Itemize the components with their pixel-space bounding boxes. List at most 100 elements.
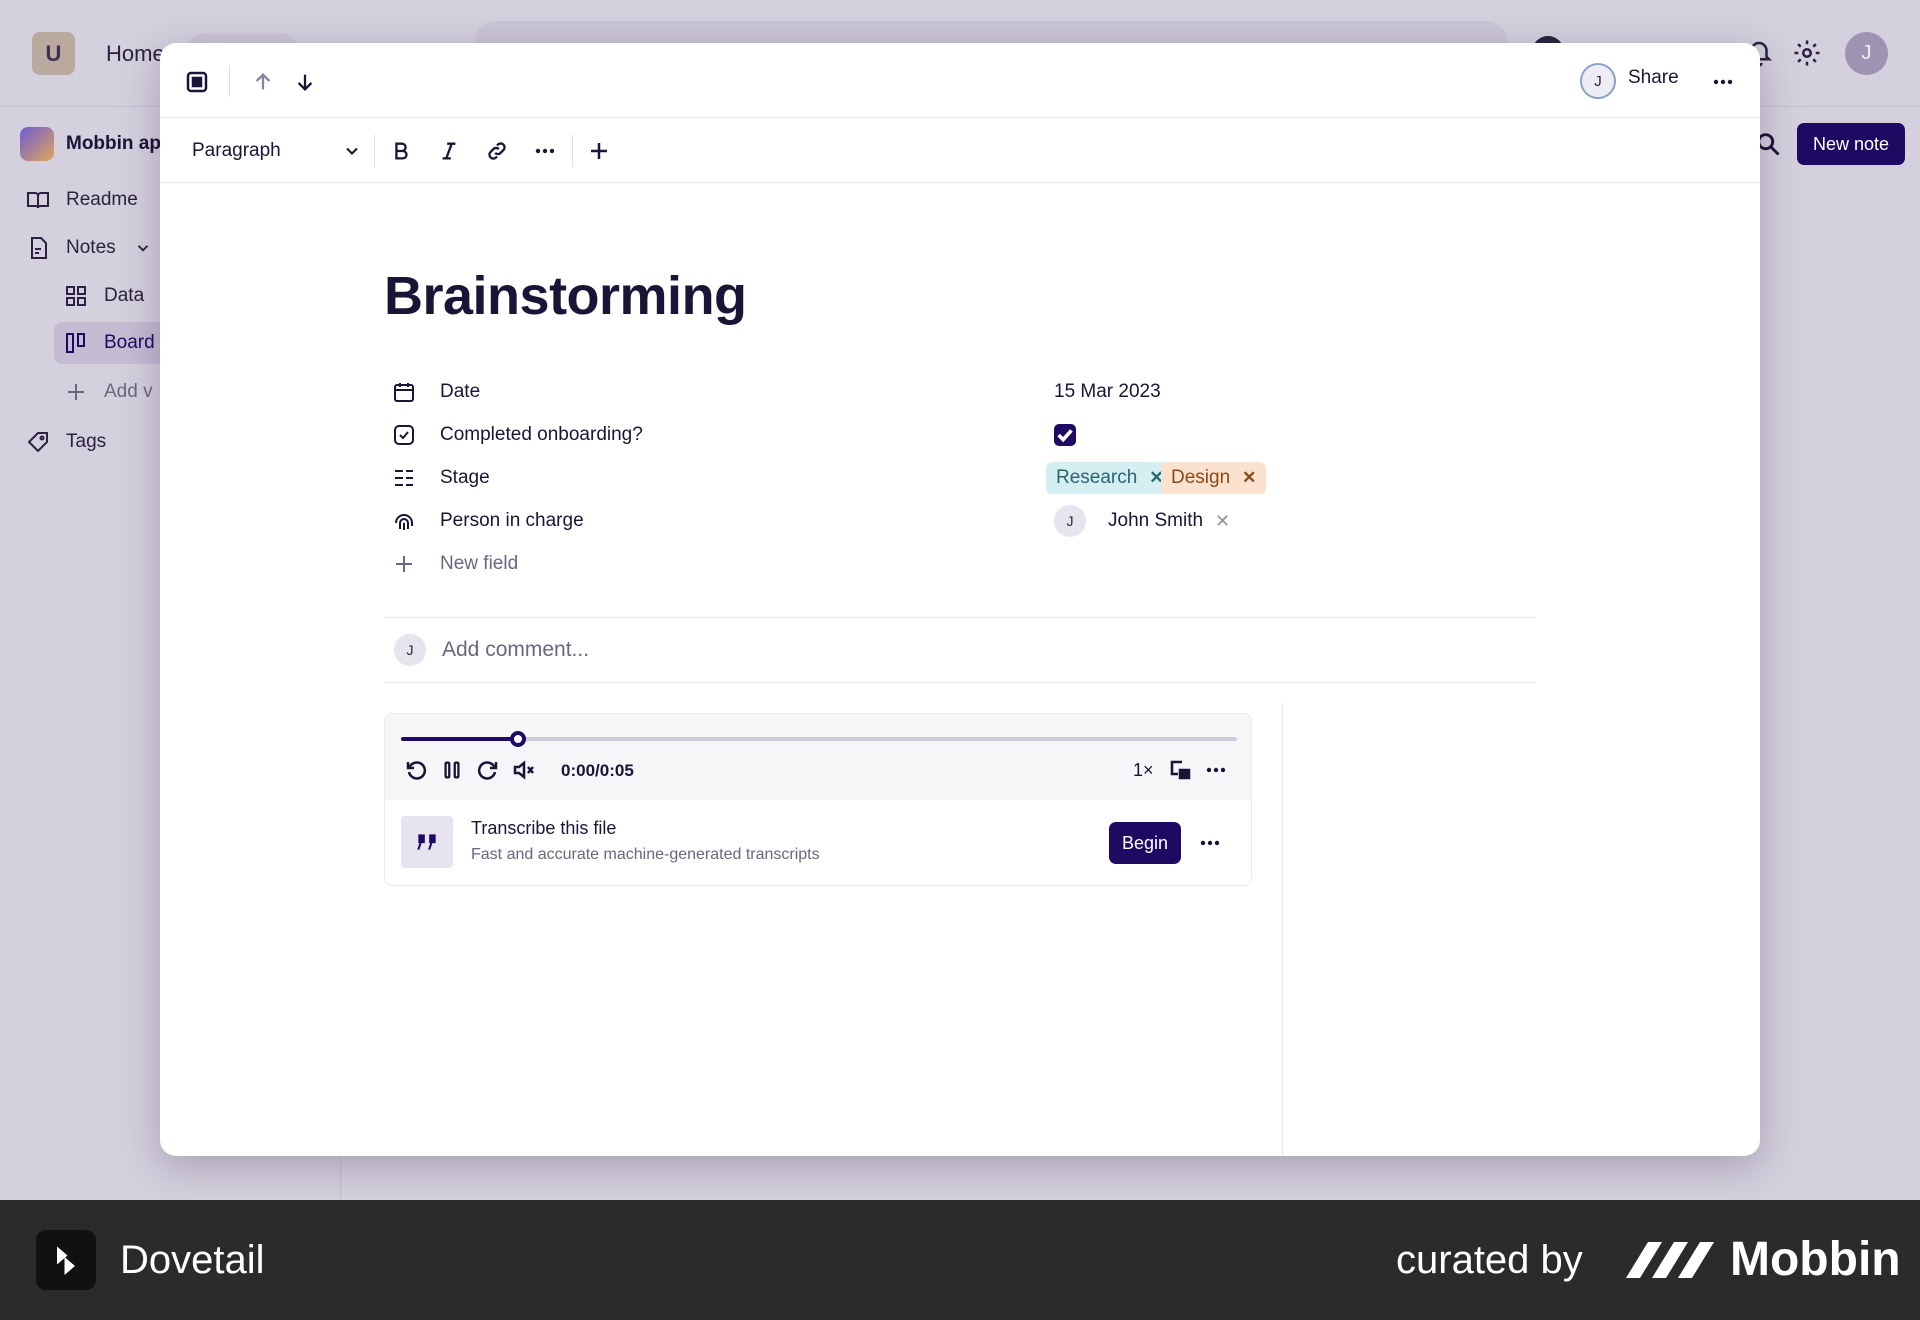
plus-icon — [591, 143, 607, 159]
remove-tag-icon[interactable]: ✕ — [1242, 468, 1256, 488]
sidebar-item-label: Add v — [104, 381, 153, 402]
mobbin-logo — [1626, 1242, 1714, 1278]
onboarding-checkbox[interactable] — [1054, 424, 1076, 446]
person-value: J John Smith ✕ — [1054, 505, 1230, 537]
book-icon — [27, 192, 49, 209]
sidebar-item-add-view[interactable]: Add v — [64, 380, 153, 404]
rewind-button[interactable] — [401, 755, 431, 785]
property-stage[interactable]: Stage Research ✕ Design ✕ — [392, 462, 1267, 494]
list-filter-icon — [395, 470, 413, 486]
add-field-label: New field — [440, 553, 519, 574]
collapse-button[interactable] — [182, 67, 212, 97]
sidebar-item-label: Tags — [66, 431, 107, 452]
arrow-down-icon — [297, 74, 313, 91]
italic-icon — [442, 142, 456, 160]
tag-design[interactable]: Design ✕ — [1161, 462, 1267, 494]
bold-button[interactable] — [386, 136, 416, 166]
transcribe-title: Transcribe this file — [471, 818, 617, 838]
add-field-button[interactable]: New field — [392, 549, 518, 579]
player-more-button[interactable] — [1201, 755, 1231, 785]
sidebar-item-label: Board — [104, 332, 155, 353]
more-horizontal-icon — [1713, 79, 1733, 85]
more-format-button[interactable] — [530, 136, 560, 166]
comment-box: J — [384, 617, 1536, 683]
note-modal: J Share Paragraph Brainstorming Date 15 … — [160, 43, 1760, 1156]
audio-progress-track[interactable] — [401, 731, 1237, 747]
property-date[interactable]: Date 15 Mar 2023 — [392, 377, 1161, 407]
more-horizontal-icon — [535, 148, 555, 154]
collaborator-avatar[interactable]: J — [1580, 63, 1616, 99]
mute-button[interactable] — [509, 755, 539, 785]
project-logo — [20, 127, 54, 161]
property-label: Stage — [440, 467, 490, 488]
pause-icon — [444, 761, 460, 779]
person-name[interactable]: John Smith — [1108, 510, 1203, 532]
user-avatar[interactable]: J — [1845, 32, 1888, 75]
transcribe-subtitle: Fast and accurate machine-generated tran… — [471, 846, 820, 863]
brand-name: Dovetail — [120, 1238, 265, 1282]
remove-person-icon[interactable]: ✕ — [1215, 511, 1230, 532]
tag-research[interactable]: Research ✕ — [1046, 462, 1174, 494]
chevron-down-icon[interactable] — [134, 239, 152, 257]
italic-button[interactable] — [434, 136, 464, 166]
more-horizontal-icon — [1206, 767, 1226, 773]
onboarding-value — [1054, 420, 1076, 450]
picture-in-picture-icon — [1170, 760, 1191, 780]
avatar: J — [394, 634, 426, 666]
audio-progress-handle[interactable] — [510, 731, 527, 747]
sidebar-item-readme[interactable]: Readme — [26, 188, 138, 212]
curated-by-text: curated by — [1396, 1238, 1583, 1282]
new-note-button[interactable]: New note — [1797, 123, 1905, 165]
paragraph-style-select[interactable]: Paragraph — [192, 135, 362, 167]
property-label: Person in charge — [440, 510, 584, 531]
forward-button[interactable] — [473, 755, 503, 785]
divider — [340, 1150, 341, 1200]
transcribe-panel: Transcribe this file Fast and accurate m… — [385, 800, 1251, 885]
plus-icon — [68, 384, 84, 400]
playback-speed-button[interactable]: 1× — [1133, 760, 1154, 781]
page-title[interactable]: Brainstorming — [384, 265, 747, 327]
paragraph-style-label: Paragraph — [192, 140, 281, 161]
comment-input[interactable] — [442, 638, 1442, 662]
link-button[interactable] — [482, 136, 512, 166]
rewind-icon — [406, 761, 427, 780]
sidebar-item-label: Readme — [66, 189, 138, 210]
audio-player-card: 0:00/0:05 1× Transcribe this file Fast a… — [384, 713, 1252, 886]
avatar: J — [1054, 505, 1086, 537]
project-header[interactable]: Mobbin ap — [20, 126, 161, 162]
previous-button[interactable] — [248, 67, 278, 97]
check-square-icon — [394, 425, 414, 445]
share-button[interactable]: Share — [1628, 67, 1679, 89]
divider — [374, 135, 375, 167]
fingerprint-icon — [395, 514, 413, 530]
begin-button[interactable]: Begin — [1109, 822, 1181, 864]
divider — [572, 135, 573, 167]
sidebar-item-data[interactable]: Data — [64, 284, 144, 308]
link-icon — [488, 142, 506, 160]
date-value[interactable]: 15 Mar 2023 — [1054, 377, 1161, 407]
sidebar-item-notes[interactable]: Notes — [26, 236, 152, 260]
gear-icon[interactable] — [1792, 38, 1822, 68]
sidebar-item-board[interactable]: Board — [54, 322, 174, 364]
insert-button[interactable] — [584, 136, 614, 166]
transcribe-more-button[interactable] — [1195, 828, 1225, 858]
home-link[interactable]: Home — [106, 41, 165, 67]
property-person[interactable]: Person in charge J John Smith ✕ — [392, 505, 1230, 537]
workspace-avatar[interactable]: U — [32, 32, 75, 75]
project-name: Mobbin ap — [66, 133, 161, 154]
sidebar-item-label: Data — [104, 285, 145, 306]
sidebar-item-label: Notes — [66, 237, 116, 258]
more-options-button[interactable] — [1708, 67, 1738, 97]
formatting-toolbar: Paragraph — [160, 119, 1760, 183]
sidebar-item-tags[interactable]: Tags — [26, 430, 106, 454]
pause-button[interactable] — [437, 755, 467, 785]
fast-forward-icon — [477, 761, 498, 780]
attribution-footer: Dovetail curated by Mobbin — [0, 1200, 1920, 1320]
next-button[interactable] — [290, 67, 320, 97]
property-onboarding[interactable]: Completed onboarding? — [392, 420, 1076, 450]
date-text: 15 Mar 2023 — [1054, 381, 1161, 402]
pip-button[interactable] — [1165, 755, 1195, 785]
bold-icon — [395, 142, 408, 160]
tag-icon — [27, 432, 48, 453]
grid-icon — [66, 286, 86, 306]
